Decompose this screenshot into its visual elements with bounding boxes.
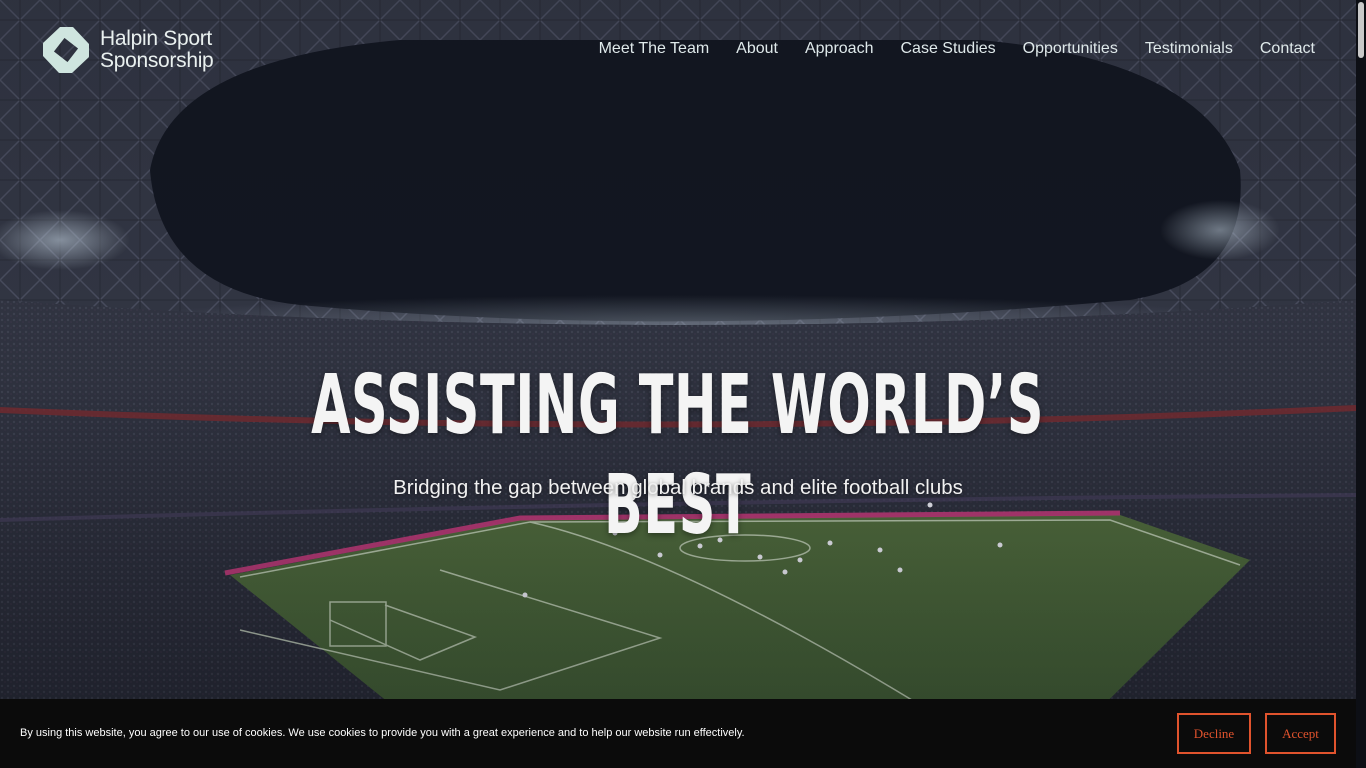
- scrollbar-thumb[interactable]: [1358, 2, 1364, 58]
- nav-item-testimonials[interactable]: Testimonials: [1145, 38, 1233, 60]
- decline-cookies-button[interactable]: Decline: [1177, 713, 1251, 754]
- nav-item-approach[interactable]: Approach: [805, 38, 874, 60]
- nav-item-case-studies[interactable]: Case Studies: [900, 38, 995, 60]
- logo-link[interactable]: Halpin Sport Sponsorship: [40, 24, 214, 76]
- brand-name: Halpin Sport Sponsorship: [100, 27, 214, 72]
- nav-item-opportunities[interactable]: Opportunities: [1023, 38, 1118, 60]
- cookie-consent-bar: By using this website, you agree to our …: [0, 699, 1356, 768]
- brand-name-line1: Halpin Sport: [100, 27, 212, 50]
- brand-name-line2: Sponsorship: [100, 49, 214, 72]
- main-nav: Meet The Team About Approach Case Studie…: [572, 38, 1315, 60]
- hero-headline: ASSISTING THE WORLD’S BEST: [311, 358, 1045, 553]
- halpin-logo-mark-icon: [40, 24, 92, 76]
- page-scrollbar[interactable]: [1356, 0, 1366, 768]
- nav-item-meet-the-team[interactable]: Meet The Team: [599, 38, 710, 60]
- nav-item-contact[interactable]: Contact: [1260, 38, 1315, 60]
- nav-item-about[interactable]: About: [736, 38, 778, 60]
- hero-subheadline: Bridging the gap between global brands a…: [393, 476, 963, 499]
- accept-cookies-button[interactable]: Accept: [1265, 713, 1336, 754]
- cookie-message: By using this website, you agree to our …: [20, 727, 745, 739]
